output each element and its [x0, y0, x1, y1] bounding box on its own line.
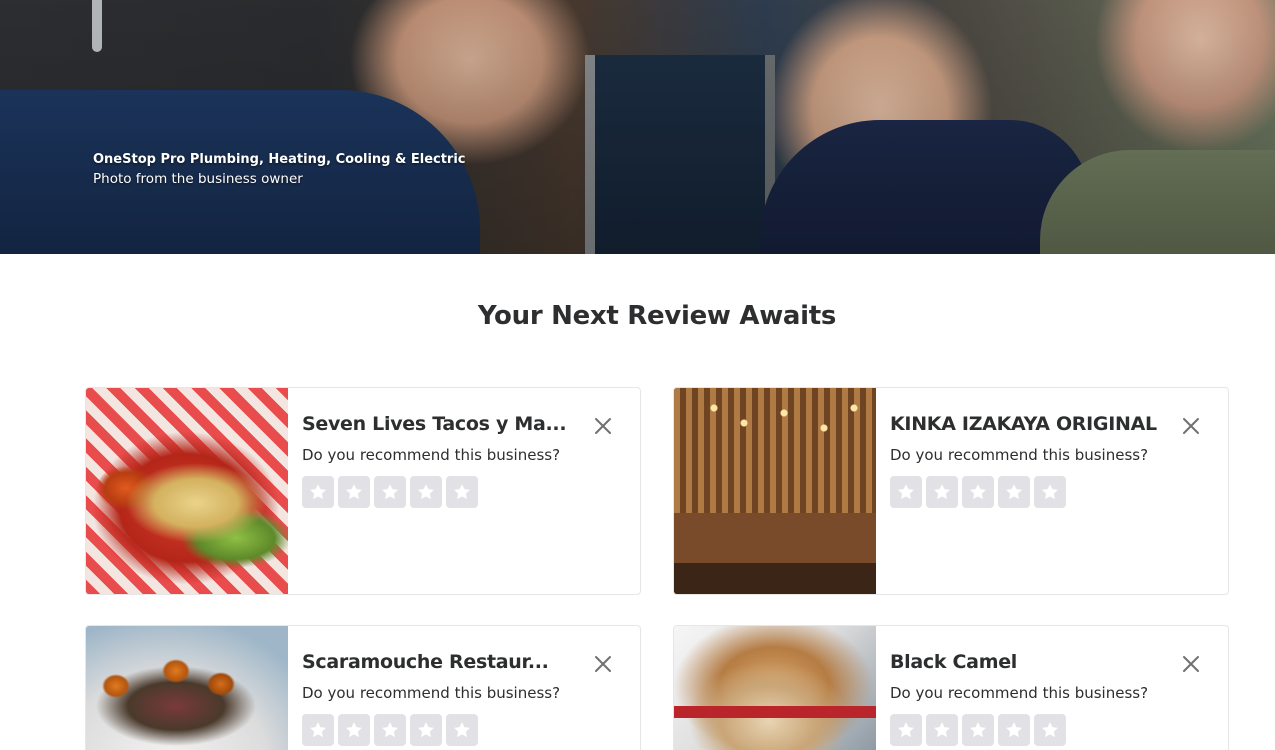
star-icon[interactable]: [302, 476, 334, 508]
recommend-prompt: Do you recommend this business?: [890, 446, 1149, 464]
star-icon[interactable]: [338, 476, 370, 508]
star-icon[interactable]: [338, 714, 370, 746]
review-card: KINKA IZAKAYA ORIGINAL Do you recommend …: [673, 387, 1229, 595]
star-icon[interactable]: [302, 714, 334, 746]
review-card: Black Camel Do you recommend this busine…: [673, 625, 1229, 750]
star-icon[interactable]: [1034, 476, 1066, 508]
hero-shade: [0, 0, 1275, 254]
recommend-prompt: Do you recommend this business?: [302, 684, 561, 702]
star-icon[interactable]: [374, 714, 406, 746]
star-icon[interactable]: [962, 476, 994, 508]
carousel-handle[interactable]: [92, 0, 102, 52]
close-icon[interactable]: [592, 415, 614, 437]
business-name[interactable]: KINKA IZAKAYA ORIGINAL: [890, 413, 1160, 435]
star-rating: [890, 476, 1066, 508]
recommend-prompt: Do you recommend this business?: [890, 684, 1149, 702]
hero-business-name[interactable]: OneStop Pro Plumbing, Heating, Cooling &…: [93, 151, 466, 169]
star-icon[interactable]: [998, 714, 1030, 746]
star-icon[interactable]: [446, 714, 478, 746]
star-icon[interactable]: [962, 714, 994, 746]
star-icon[interactable]: [890, 714, 922, 746]
business-thumbnail[interactable]: [86, 388, 288, 594]
review-card: Seven Lives Tacos y Ma... Do you recomme…: [85, 387, 641, 595]
recommend-prompt: Do you recommend this business?: [302, 446, 561, 464]
star-rating: [890, 714, 1066, 746]
hero-caption: OneStop Pro Plumbing, Heating, Cooling &…: [93, 151, 466, 189]
business-thumbnail[interactable]: [86, 626, 288, 750]
close-icon[interactable]: [1180, 653, 1202, 675]
hero-photo[interactable]: OneStop Pro Plumbing, Heating, Cooling &…: [0, 0, 1275, 254]
star-icon[interactable]: [926, 476, 958, 508]
close-icon[interactable]: [1180, 415, 1202, 437]
star-icon[interactable]: [1034, 714, 1066, 746]
star-icon[interactable]: [926, 714, 958, 746]
star-icon[interactable]: [410, 714, 442, 746]
close-icon[interactable]: [592, 653, 614, 675]
star-icon[interactable]: [446, 476, 478, 508]
business-name[interactable]: Scaramouche Restaur...: [302, 651, 572, 673]
section-title: Your Next Review Awaits: [477, 301, 837, 331]
star-icon[interactable]: [410, 476, 442, 508]
business-name[interactable]: Black Camel: [890, 651, 1160, 673]
star-icon[interactable]: [998, 476, 1030, 508]
star-rating: [302, 476, 478, 508]
review-card: Scaramouche Restaur... Do you recommend …: [85, 625, 641, 750]
hero-photo-credit: Photo from the business owner: [93, 171, 303, 187]
star-icon[interactable]: [374, 476, 406, 508]
business-name[interactable]: Seven Lives Tacos y Ma...: [302, 413, 572, 435]
business-thumbnail[interactable]: [674, 388, 876, 594]
star-rating: [302, 714, 478, 746]
business-thumbnail[interactable]: [674, 626, 876, 750]
star-icon[interactable]: [890, 476, 922, 508]
